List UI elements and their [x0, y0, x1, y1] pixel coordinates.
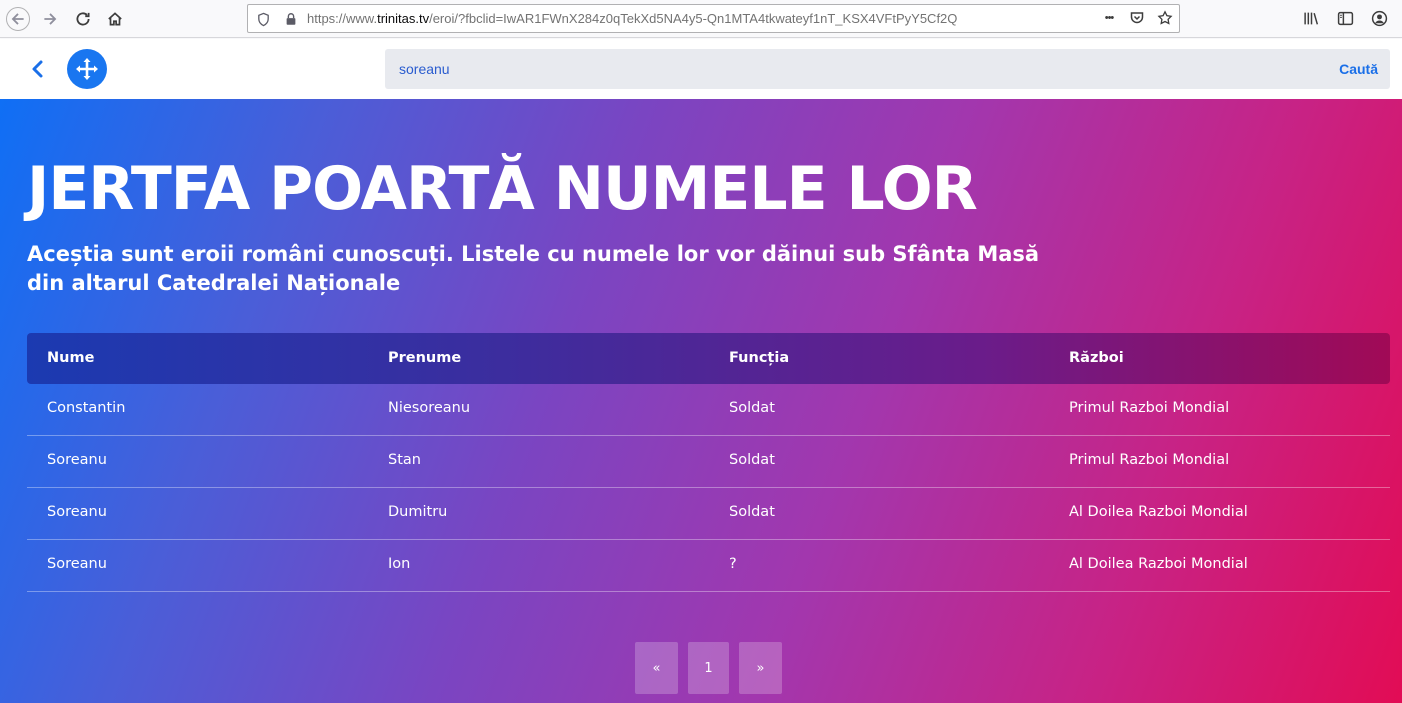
browser-home-icon[interactable] — [103, 7, 127, 31]
page-title: JERTFA POARTĂ NUMELE LOR — [27, 154, 978, 224]
cross-arrows-icon — [76, 58, 98, 80]
cell-nume: Soreanu — [47, 504, 107, 520]
cell-nume: Soreanu — [47, 556, 107, 572]
bookmark-star-icon[interactable] — [1157, 10, 1173, 26]
pagination-next-button[interactable]: » — [739, 642, 782, 694]
cell-razboi: Primul Razboi Mondial — [1069, 452, 1230, 468]
pagination: « 1 » — [0, 642, 1402, 694]
table-header: Nume Prenume Funcția Război — [27, 333, 1390, 384]
pagination-page-button[interactable]: 1 — [688, 642, 729, 694]
url-host: trinitas.tv — [377, 11, 430, 26]
url-bar[interactable]: https://www.trinitas.tv/eroi/?fbclid=IwA… — [247, 4, 1180, 33]
site-header: Caută — [0, 39, 1402, 99]
cell-functia: Soldat — [729, 452, 775, 468]
column-header-nume: Nume — [47, 350, 95, 366]
cell-functia: Soldat — [729, 400, 775, 416]
sidebar-icon[interactable] — [1336, 9, 1354, 27]
table-row: Soreanu Ion ? Al Doilea Razboi Mondial — [27, 540, 1390, 592]
page-subtitle: Aceștia sunt eroii români cunoscuți. Lis… — [27, 242, 1040, 295]
cell-razboi: Al Doilea Razboi Mondial — [1069, 556, 1248, 572]
table-row: Soreanu Stan Soldat Primul Razboi Mondia… — [27, 436, 1390, 488]
cell-razboi: Primul Razboi Mondial — [1069, 400, 1230, 416]
table-row: Constantin Niesoreanu Soldat Primul Razb… — [27, 384, 1390, 436]
browser-toolbar: https://www.trinitas.tv/eroi/?fbclid=IwA… — [0, 0, 1402, 38]
column-header-razboi: Război — [1069, 350, 1124, 366]
cell-prenume: Ion — [388, 556, 411, 572]
url-path: /eroi/?fbclid=IwAR1FWnX284z0qTekXd5NA4y5… — [429, 11, 958, 26]
url-prefix: https://www. — [307, 11, 378, 26]
search-input[interactable] — [385, 49, 1305, 89]
cell-prenume: Stan — [388, 452, 421, 468]
url-text[interactable]: https://www.trinitas.tv/eroi/?fbclid=IwA… — [307, 11, 957, 26]
column-header-prenume: Prenume — [388, 350, 462, 366]
cell-nume: Constantin — [47, 400, 126, 416]
column-header-functia: Funcția — [729, 350, 790, 366]
lock-icon[interactable] — [283, 11, 299, 27]
pagination-prev-button[interactable]: « — [635, 642, 678, 694]
tracking-shield-icon[interactable] — [255, 11, 271, 27]
back-chevron-icon[interactable] — [26, 57, 48, 81]
browser-reload-icon[interactable] — [71, 7, 95, 31]
cell-nume: Soreanu — [47, 452, 107, 468]
site-logo[interactable] — [67, 49, 107, 89]
search-box: Caută — [385, 49, 1390, 89]
table-row: Soreanu Dumitru Soldat Al Doilea Razboi … — [27, 488, 1390, 540]
cell-prenume: Niesoreanu — [388, 400, 471, 416]
cell-razboi: Al Doilea Razboi Mondial — [1069, 504, 1248, 520]
search-button[interactable]: Caută — [1339, 61, 1378, 77]
library-icon[interactable] — [1302, 9, 1320, 27]
browser-back-icon[interactable] — [6, 7, 30, 31]
cell-functia: Soldat — [729, 504, 775, 520]
pocket-icon[interactable] — [1129, 10, 1145, 26]
account-icon[interactable] — [1370, 9, 1388, 27]
page-actions-icon[interactable]: ••• — [1101, 10, 1117, 26]
cell-prenume: Dumitru — [388, 504, 448, 520]
cell-functia: ? — [729, 556, 737, 572]
hero-section: JERTFA POARTĂ NUMELE LOR Aceștia sunt er… — [0, 99, 1402, 703]
browser-forward-icon[interactable] — [38, 7, 62, 31]
